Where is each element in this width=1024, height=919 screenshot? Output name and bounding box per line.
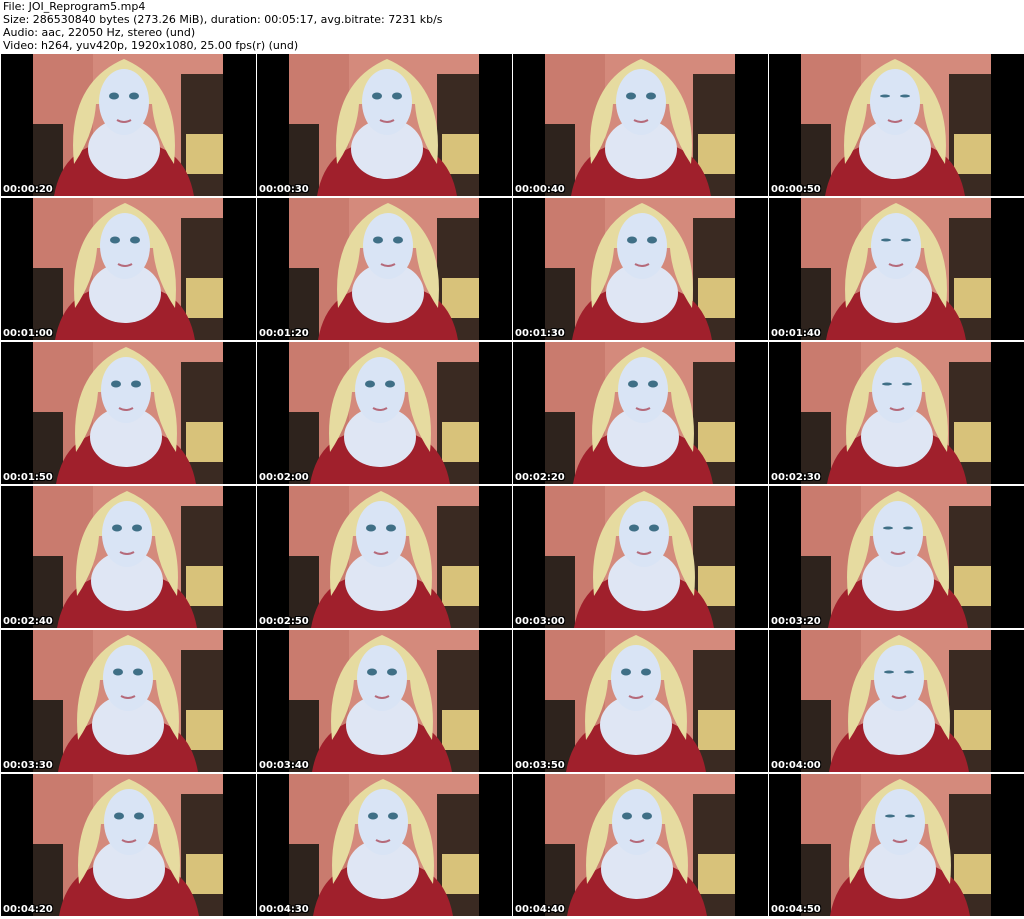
frame-timestamp: 00:01:00	[3, 328, 53, 339]
frame-timestamp: 00:01:30	[515, 328, 565, 339]
video-frame-image	[257, 630, 512, 772]
video-frame-image	[513, 342, 768, 484]
video-thumbnail: 00:00:40	[513, 54, 768, 196]
video-thumbnail: 00:02:50	[257, 486, 512, 628]
video-frame-image	[257, 342, 512, 484]
video-frame-image	[513, 630, 768, 772]
video-frame-image	[1, 54, 256, 196]
video-frame-image	[1, 198, 256, 340]
video-info-line: Video: h264, yuv420p, 1920x1080, 25.00 f…	[3, 39, 299, 52]
video-thumbnail: 00:01:50	[1, 342, 256, 484]
frame-timestamp: 00:03:40	[259, 760, 309, 771]
video-frame-image	[513, 774, 768, 916]
video-frame-image	[769, 486, 1024, 628]
video-frame-image	[769, 630, 1024, 772]
video-thumbnail: 00:03:30	[1, 630, 256, 772]
video-thumbnail: 00:02:30	[769, 342, 1024, 484]
media-info-header: File: JOI_Reprogram5.mp4 Size: 286530840…	[3, 0, 1021, 54]
video-frame-image	[513, 54, 768, 196]
frame-timestamp: 00:02:00	[259, 472, 309, 483]
video-thumbnail: 00:04:30	[257, 774, 512, 916]
video-thumbnail: 00:01:30	[513, 198, 768, 340]
video-thumbnail: 00:03:00	[513, 486, 768, 628]
frame-timestamp: 00:00:30	[259, 184, 309, 195]
thumbnail-grid: 00:00:20 00:00:30 00:00:40 00:00:50 00:01:00…	[0, 54, 1024, 918]
frame-timestamp: 00:01:50	[3, 472, 53, 483]
file-name-line: File: JOI_Reprogram5.mp4	[3, 0, 146, 13]
video-frame-image	[257, 486, 512, 628]
file-size-line: Size: 286530840 bytes (273.26 MiB), dura…	[3, 13, 443, 26]
frame-timestamp: 00:00:50	[771, 184, 821, 195]
frame-timestamp: 00:02:50	[259, 616, 309, 627]
frame-timestamp: 00:02:40	[3, 616, 53, 627]
video-frame-image	[769, 54, 1024, 196]
video-frame-image	[769, 774, 1024, 916]
video-thumbnail: 00:01:20	[257, 198, 512, 340]
video-frame-image	[1, 774, 256, 916]
video-thumbnail: 00:03:40	[257, 630, 512, 772]
frame-timestamp: 00:02:20	[515, 472, 565, 483]
frame-timestamp: 00:00:20	[3, 184, 53, 195]
video-frame-image	[1, 342, 256, 484]
frame-timestamp: 00:04:20	[3, 904, 53, 915]
frame-timestamp: 00:00:40	[515, 184, 565, 195]
video-frame-image	[513, 198, 768, 340]
video-thumbnail: 00:04:40	[513, 774, 768, 916]
frame-timestamp: 00:04:40	[515, 904, 565, 915]
video-frame-image	[257, 198, 512, 340]
video-thumbnail: 00:02:00	[257, 342, 512, 484]
video-thumbnail: 00:00:50	[769, 54, 1024, 196]
video-thumbnail: 00:04:50	[769, 774, 1024, 916]
frame-timestamp: 00:01:20	[259, 328, 309, 339]
frame-timestamp: 00:03:30	[3, 760, 53, 771]
video-frame-image	[257, 774, 512, 916]
video-thumbnail: 00:03:20	[769, 486, 1024, 628]
video-thumbnail: 00:01:40	[769, 198, 1024, 340]
video-thumbnail: 00:00:30	[257, 54, 512, 196]
frame-timestamp: 00:03:20	[771, 616, 821, 627]
video-thumbnail: 00:04:20	[1, 774, 256, 916]
video-thumbnail: 00:02:40	[1, 486, 256, 628]
video-thumbnail: 00:04:00	[769, 630, 1024, 772]
frame-timestamp: 00:01:40	[771, 328, 821, 339]
frame-timestamp: 00:04:30	[259, 904, 309, 915]
frame-timestamp: 00:03:00	[515, 616, 565, 627]
video-frame-image	[257, 54, 512, 196]
audio-info-line: Audio: aac, 22050 Hz, stereo (und)	[3, 26, 196, 39]
frame-timestamp: 00:03:50	[515, 760, 565, 771]
video-frame-image	[769, 198, 1024, 340]
frame-timestamp: 00:04:00	[771, 760, 821, 771]
frame-timestamp: 00:04:50	[771, 904, 821, 915]
video-frame-image	[513, 486, 768, 628]
video-frame-image	[769, 342, 1024, 484]
video-thumbnail: 00:01:00	[1, 198, 256, 340]
video-thumbnail: 00:03:50	[513, 630, 768, 772]
frame-timestamp: 00:02:30	[771, 472, 821, 483]
video-frame-image	[1, 630, 256, 772]
video-thumbnail: 00:02:20	[513, 342, 768, 484]
video-thumbnail: 00:00:20	[1, 54, 256, 196]
video-frame-image	[1, 486, 256, 628]
